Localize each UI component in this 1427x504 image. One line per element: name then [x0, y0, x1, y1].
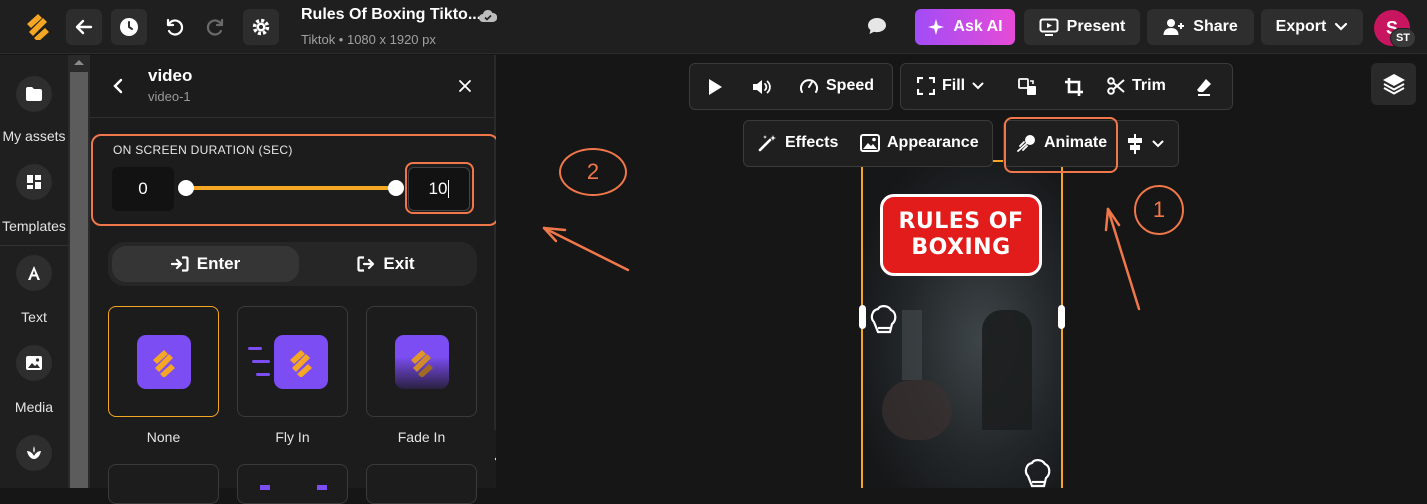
annotation-arrow-2	[542, 226, 630, 272]
annotation-arrows	[542, 207, 1141, 311]
annotation-arrow-1	[1106, 207, 1141, 311]
